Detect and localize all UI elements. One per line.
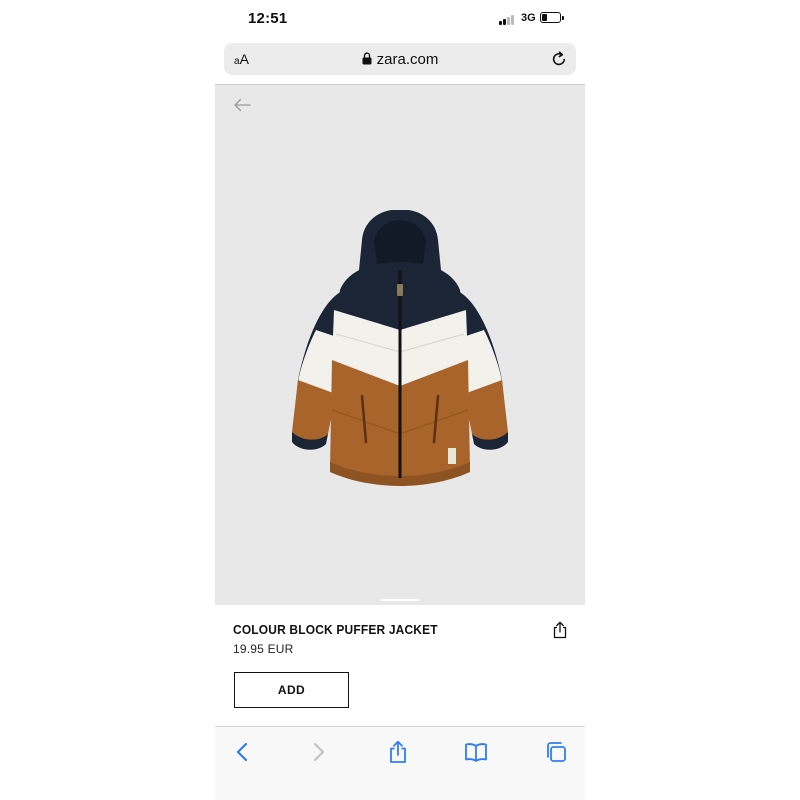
network-type: 3G [521, 12, 536, 24]
gallery-indicator [381, 599, 419, 601]
bookmarks-icon[interactable] [461, 737, 491, 767]
address-bar[interactable]: aA zara.com [224, 43, 576, 75]
status-bar: 12:51 3G [215, 0, 585, 40]
back-icon[interactable] [227, 737, 257, 767]
share-icon[interactable] [552, 621, 568, 639]
share-sheet-icon[interactable] [383, 737, 413, 767]
url-display[interactable]: zara.com [224, 51, 576, 68]
battery-fill [542, 14, 547, 21]
reload-icon[interactable] [550, 50, 568, 68]
tabs-icon[interactable] [541, 737, 571, 767]
url-text: zara.com [376, 51, 439, 68]
jacket-photo [292, 210, 508, 486]
product-price: 19.95 EUR [233, 642, 294, 656]
product-title: COLOUR BLOCK PUFFER JACKET [233, 622, 438, 637]
status-time: 12:51 [248, 10, 288, 27]
product-image[interactable] [215, 85, 585, 605]
forward-icon[interactable] [304, 737, 334, 767]
browser-toolbar [215, 727, 585, 800]
battery-cap [562, 16, 564, 20]
add-to-cart-button[interactable]: ADD [234, 672, 349, 708]
lock-icon [362, 52, 372, 65]
back-arrow-icon[interactable] [233, 98, 251, 112]
signal-icon [499, 14, 517, 25]
battery-icon [540, 12, 561, 23]
browser-viewport: 12:51 3G aA zara.com COLOUR BLOCK PUFFER… [215, 0, 585, 800]
